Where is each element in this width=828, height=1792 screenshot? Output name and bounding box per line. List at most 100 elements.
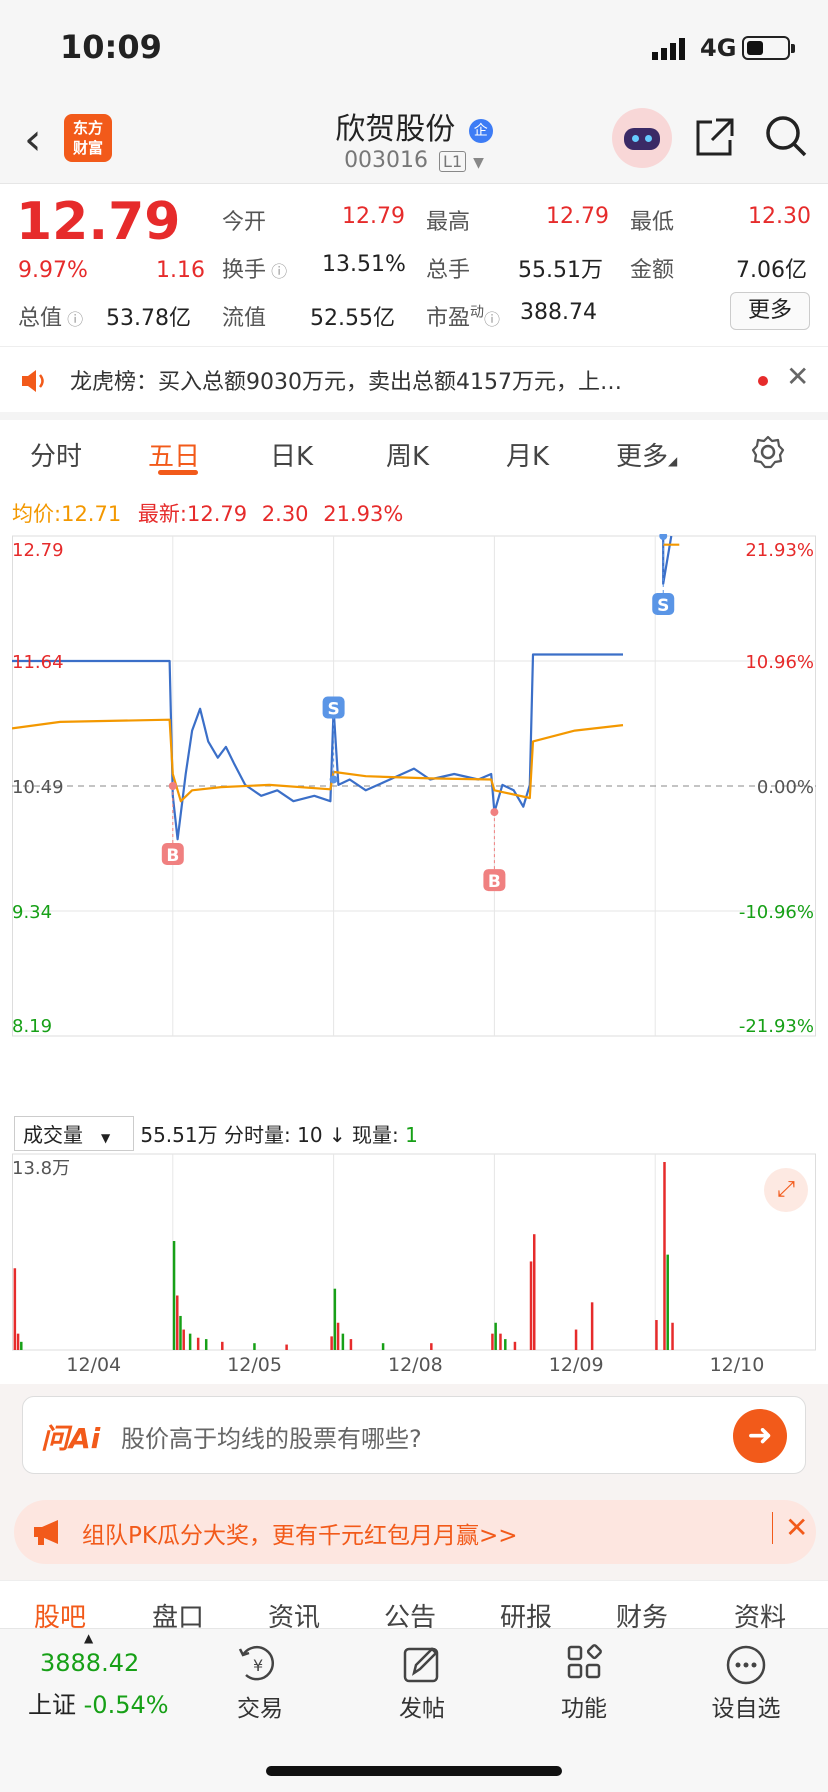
- nav-trade[interactable]: ¥ 交易: [210, 1641, 310, 1723]
- more-quote-button[interactable]: 更多: [730, 292, 810, 330]
- divider: [0, 412, 828, 420]
- pe-label[interactable]: 市盈动ⓘ: [426, 300, 500, 332]
- home-indicator: [266, 1766, 562, 1776]
- amount-value: 7.06亿: [736, 258, 807, 283]
- change-value: 1.16: [156, 258, 205, 283]
- marker-label: S: [327, 699, 339, 719]
- close-icon[interactable]: ✕: [772, 1512, 808, 1544]
- notice-text: 龙虎榜：买入总额9030万元，卖出总额4157万元，上…: [70, 370, 622, 395]
- tab-profile[interactable]: 资料: [734, 1597, 786, 1628]
- tab-news[interactable]: 资讯: [268, 1597, 320, 1628]
- five-day-chart[interactable]: B S B S 12.79 21.93% 11.64 10.96% 10.49 0.00% 9.34…: [12, 534, 816, 1354]
- nav-functions[interactable]: 功能: [534, 1641, 634, 1723]
- app-logo[interactable]: 东方 财富: [64, 114, 112, 162]
- arrow-right-icon[interactable]: ➜: [733, 1409, 787, 1463]
- tab-guba[interactable]: 股吧: [34, 1597, 86, 1628]
- turnover-label[interactable]: 换手 ⓘ: [222, 252, 287, 284]
- mcap-value: 53.78亿: [106, 306, 191, 331]
- expand-icon[interactable]: ⤢: [764, 1168, 808, 1212]
- change-percent: 9.97%: [18, 258, 88, 283]
- indicator-select[interactable]: 成交量 ▼: [14, 1116, 134, 1151]
- tab-research[interactable]: 研报: [500, 1597, 552, 1628]
- detail-tabs: 股吧 盘口 资讯 公告 研报 财务 资料: [0, 1580, 828, 1628]
- current-price: 12.79: [16, 192, 181, 252]
- more-dots-icon: [726, 1645, 766, 1685]
- volume-bar: [666, 1254, 669, 1350]
- settings-gear-icon[interactable]: [750, 434, 786, 470]
- level-badge: L1: [439, 151, 467, 172]
- promo-text: 组队PK瓜分大奖，更有千元红包月月赢>>: [82, 1523, 518, 1549]
- marker-label: B: [488, 872, 501, 892]
- tab-five-day[interactable]: 五日: [148, 436, 200, 473]
- volume-max-label: 13.8万: [12, 1158, 70, 1179]
- tab-minute[interactable]: 分时: [30, 436, 82, 473]
- volume-bar: [188, 1333, 192, 1350]
- volume-bar: [13, 1268, 17, 1350]
- dropdown-icon: ▼: [473, 155, 484, 171]
- mcap-label[interactable]: 总值 ⓘ: [18, 300, 83, 332]
- volume-bar: [333, 1288, 337, 1350]
- index-name: 上证: [28, 1691, 76, 1719]
- tab-more[interactable]: 更多◢: [616, 436, 677, 473]
- assistant-robot-icon[interactable]: [612, 108, 672, 168]
- price-series-line: [662, 535, 673, 585]
- volume-bar: [529, 1261, 533, 1350]
- volume-panel-frame: [12, 1153, 816, 1351]
- volume-bar: [663, 1162, 666, 1350]
- tab-announcements[interactable]: 公告: [384, 1597, 436, 1628]
- share-icon[interactable]: [694, 116, 736, 158]
- caret-up-icon: ▲: [84, 1631, 94, 1645]
- ask-ai-placeholder: 股价高于均线的股票有哪些?: [121, 1425, 422, 1453]
- marker-dot: [490, 808, 499, 817]
- divider: [0, 346, 828, 347]
- latest-value: 12.79: [186, 502, 248, 526]
- ask-ai-input[interactable]: 问Ai 股价高于均线的股票有哪些? ➜: [22, 1396, 806, 1474]
- volume-bar: [16, 1333, 20, 1350]
- volume-bar: [590, 1302, 594, 1350]
- y-tick-label-right: -10.96%: [739, 902, 814, 923]
- high-label: 最高: [426, 210, 471, 235]
- close-icon[interactable]: ✕: [786, 360, 809, 393]
- unread-dot: [758, 376, 768, 386]
- promo-banner[interactable]: 组队PK瓜分大奖，更有千元红包月月赢>> ✕: [14, 1500, 816, 1564]
- notice-bar[interactable]: 龙虎榜：买入总额9030万元，卖出总额4157万元，上… ✕: [0, 348, 828, 412]
- volume-bar: [285, 1344, 288, 1350]
- volume-bar: [182, 1329, 185, 1350]
- volume-bar: [253, 1343, 256, 1350]
- volume-toolbar: 成交量 ▼ 55.51万 分时量: 10 ↓ 现量: 1: [14, 1116, 418, 1151]
- latest-change-pct: 21.93%: [323, 502, 404, 526]
- back-icon[interactable]: ‹: [24, 114, 42, 165]
- high-value: 12.79: [546, 204, 609, 229]
- tab-monthly-k[interactable]: 月K: [506, 436, 549, 473]
- nav-watchlist[interactable]: 设自选: [696, 1641, 796, 1723]
- float-value: 52.55亿: [310, 306, 395, 331]
- x-axis-dates: 12/04 12/05 12/08 12/09 12/10: [12, 1354, 816, 1382]
- tab-finance[interactable]: 财务: [616, 1597, 668, 1628]
- volume-bar: [349, 1339, 353, 1350]
- x-tick-label: 12/09: [548, 1354, 604, 1376]
- tab-pankou[interactable]: 盘口: [152, 1597, 204, 1628]
- chart-legend: 均价:12.71 最新:12.79 2.30 21.93%: [12, 498, 403, 528]
- nav-post[interactable]: 发帖: [372, 1641, 472, 1723]
- volume-bar: [430, 1343, 433, 1350]
- marker-dot: [329, 775, 338, 784]
- marker-label: B: [166, 846, 179, 866]
- volume-bar: [330, 1336, 333, 1350]
- battery-icon: [742, 36, 795, 60]
- y-tick-label-right: 10.96%: [745, 652, 814, 673]
- tab-weekly-k[interactable]: 周K: [386, 436, 429, 473]
- volume-bar: [574, 1329, 578, 1350]
- search-icon[interactable]: [764, 114, 808, 158]
- tab-daily-k[interactable]: 日K: [270, 436, 313, 473]
- volume-bar: [179, 1315, 182, 1350]
- index-name-row[interactable]: 上证 -0.54%: [28, 1685, 169, 1720]
- open-label: 今开: [222, 210, 267, 235]
- x-tick-label: 12/10: [709, 1354, 765, 1376]
- pe-value: 388.74: [520, 300, 597, 325]
- index-value[interactable]: 3888.42: [40, 1649, 139, 1677]
- signal-icon: [652, 38, 685, 60]
- y-tick-label: 12.79: [12, 540, 64, 561]
- chart-tabs: 分时 五日 日K 周K 月K 更多◢: [0, 424, 828, 480]
- open-value: 12.79: [342, 204, 405, 229]
- svg-text:¥: ¥: [253, 1656, 263, 1675]
